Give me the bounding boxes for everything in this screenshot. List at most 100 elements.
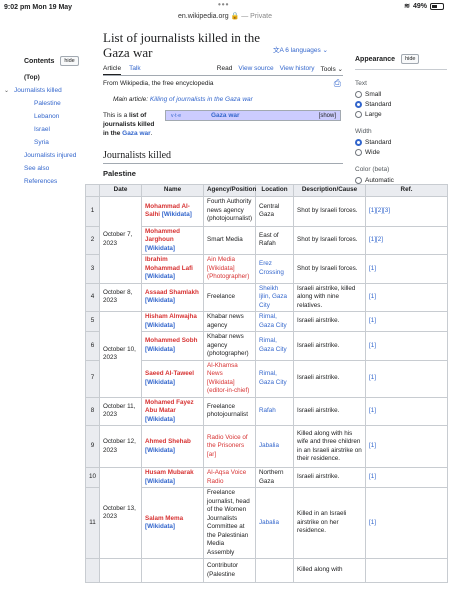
journalist-name-link[interactable]: Mohamed Fayez Abu Matar bbox=[145, 399, 194, 415]
toc-item[interactable]: Syria bbox=[34, 139, 94, 146]
radio-icon[interactable] bbox=[355, 177, 362, 184]
location-cell[interactable]: Rimal, Gaza City bbox=[255, 311, 294, 332]
reference-link[interactable]: [1] bbox=[365, 425, 448, 468]
radio-icon[interactable] bbox=[355, 101, 362, 108]
journalist-name-link[interactable]: Salam Mema bbox=[145, 515, 183, 522]
wikidata-link[interactable]: [Wikidata] bbox=[145, 273, 175, 280]
radio-option[interactable]: Large bbox=[355, 111, 447, 118]
wikidata-link[interactable]: [Wikidata] bbox=[145, 447, 175, 454]
tab-view-history[interactable]: View history bbox=[280, 65, 315, 75]
toc-item[interactable]: Palestine bbox=[34, 100, 94, 107]
journalist-name-link[interactable]: Ibrahim Mohammad Lafi bbox=[145, 256, 193, 272]
wikidata-link[interactable]: [Wikidata] bbox=[162, 211, 192, 218]
wikidata-link[interactable]: [Wikidata] bbox=[145, 523, 175, 530]
reference-link[interactable]: [1] bbox=[365, 254, 448, 284]
journalist-name-link[interactable]: Mohammed Jarghoun bbox=[145, 228, 180, 244]
main-article-link[interactable]: Killing of journalists in the Gaza war bbox=[150, 96, 253, 103]
table-header-row: Date Name Agency/Position Location Descripti… bbox=[85, 184, 448, 197]
location-cell[interactable]: Rafah bbox=[255, 396, 294, 426]
agency-cell[interactable]: Radio Voice of the Prisoners [ar] bbox=[203, 425, 256, 468]
journalist-name-link[interactable]: Mohammed Sobh bbox=[145, 337, 197, 344]
column-header[interactable]: Name bbox=[141, 184, 204, 197]
reference-link[interactable]: [1] bbox=[365, 396, 448, 426]
row-number bbox=[85, 558, 100, 583]
radio-option[interactable]: Standard bbox=[355, 101, 447, 108]
radio-icon[interactable] bbox=[355, 149, 362, 156]
status-time: 9:02 pm Mon 19 May bbox=[4, 3, 73, 11]
radio-icon[interactable] bbox=[355, 91, 362, 98]
appearance-hide-button[interactable]: hide bbox=[401, 54, 420, 64]
agency-cell[interactable]: Ain Media [Wikidata] (Photographer) bbox=[203, 254, 256, 284]
toc-item[interactable]: Journalists injured bbox=[24, 152, 94, 159]
reference-link[interactable]: [1] bbox=[365, 311, 448, 332]
column-header[interactable]: Location bbox=[255, 184, 294, 197]
toc-hide-button[interactable]: hide bbox=[60, 56, 79, 66]
reference-link[interactable]: [1] bbox=[365, 331, 448, 361]
wikidata-link[interactable]: [Wikidata] bbox=[145, 245, 175, 252]
wikidata-link[interactable]: [Wikidata] bbox=[145, 416, 175, 423]
toc-item[interactable]: Israel bbox=[34, 126, 94, 133]
toc-item[interactable]: Lebanon bbox=[34, 113, 94, 120]
radio-label: Standard bbox=[365, 101, 392, 108]
column-header[interactable] bbox=[85, 184, 100, 197]
toc-item[interactable]: ⌄ Journalists killed bbox=[4, 87, 94, 94]
address-bar[interactable]: en.wikipedia.org 🔒 — Private bbox=[0, 12, 450, 24]
toc-item[interactable]: (Top) bbox=[24, 74, 94, 81]
navbox-title[interactable]: Gaza war bbox=[211, 112, 240, 119]
wikidata-link[interactable]: [Wikidata] bbox=[145, 297, 175, 304]
location-cell[interactable]: Jabalia bbox=[255, 487, 294, 559]
radio-option[interactable]: Automatic bbox=[355, 177, 447, 184]
radio-icon[interactable] bbox=[355, 111, 362, 118]
tab-talk[interactable]: Talk bbox=[129, 65, 141, 75]
navbox-vte[interactable]: v·t·e bbox=[171, 113, 181, 119]
column-header[interactable]: Description/Cause bbox=[293, 184, 366, 197]
tab-view-source[interactable]: View source bbox=[238, 65, 273, 75]
radio-option[interactable]: Standard bbox=[355, 139, 447, 146]
agency-cell: Contributor (Palestine bbox=[203, 558, 256, 583]
radio-option[interactable]: Wide bbox=[355, 149, 447, 156]
radio-icon[interactable] bbox=[355, 139, 362, 146]
tab-tools[interactable]: Tools ⌄ bbox=[321, 65, 343, 75]
column-header[interactable]: Agency/Position bbox=[203, 184, 256, 197]
reference-link[interactable] bbox=[365, 558, 448, 583]
location-cell[interactable]: Sheikh Ijlin, Gaza City bbox=[255, 282, 294, 312]
toc-item[interactable]: See also bbox=[24, 165, 94, 172]
agency-cell[interactable]: Al-Khamsa News [Wikidata] (editor-in-chi… bbox=[203, 359, 256, 398]
url-text: en.wikipedia.org bbox=[178, 13, 229, 20]
reference-link[interactable]: [1] bbox=[365, 282, 448, 312]
download-pdf-icon[interactable]: ⎙ bbox=[334, 78, 341, 89]
journalist-name-link[interactable]: Husam Mubarak bbox=[145, 469, 194, 476]
intro-gaza-war-link[interactable]: Gaza war bbox=[122, 130, 151, 137]
text-size-options: Small Standard Large bbox=[355, 91, 447, 118]
agency-cell[interactable]: Al-Aqsa Voice Radio bbox=[203, 467, 256, 488]
date-cell bbox=[99, 558, 142, 583]
languages-button[interactable]: 文A 6 languages ⌄ bbox=[273, 44, 328, 54]
location-cell[interactable]: Erez Crossing bbox=[255, 254, 294, 284]
journalist-name-link[interactable]: Saeed Al-Taweel bbox=[145, 370, 194, 377]
tools-label: Tools bbox=[320, 66, 336, 73]
wikidata-link[interactable]: [Wikidata] bbox=[145, 478, 175, 485]
reference-link[interactable]: [1] bbox=[365, 487, 448, 559]
radio-option[interactable]: Small bbox=[355, 91, 447, 98]
navbox-show-button[interactable]: [show] bbox=[319, 113, 336, 119]
journalist-name-link[interactable]: Assaad Shamlakh bbox=[145, 289, 199, 296]
reference-link[interactable]: [1][2][3] bbox=[365, 195, 448, 227]
reference-link[interactable]: [1][2] bbox=[365, 225, 448, 255]
column-header[interactable]: Ref. bbox=[365, 184, 448, 197]
location-cell[interactable]: Rimal, Gaza City bbox=[255, 359, 294, 398]
tab-article[interactable]: Article bbox=[103, 65, 122, 75]
journalist-name-link[interactable]: Hisham Alnwajha bbox=[145, 313, 197, 320]
journalist-name-link[interactable]: Ahmed Shehab bbox=[145, 438, 191, 445]
reference-link[interactable]: [1] bbox=[365, 467, 448, 488]
location-cell[interactable]: Jabalia bbox=[255, 425, 294, 468]
toc-item[interactable]: References bbox=[24, 178, 94, 185]
multitask-dots-icon[interactable]: ••• bbox=[218, 0, 229, 9]
chevron-down-icon[interactable]: ⌄ bbox=[4, 87, 12, 94]
reference-link[interactable]: [1] bbox=[365, 359, 448, 398]
wikidata-link[interactable]: [Wikidata] bbox=[145, 322, 175, 329]
location-cell[interactable]: Rimal, Gaza City bbox=[255, 331, 294, 361]
wikidata-link[interactable]: [Wikidata] bbox=[145, 346, 175, 353]
tab-read[interactable]: Read bbox=[217, 65, 233, 75]
column-header[interactable]: Date bbox=[99, 184, 142, 197]
wikidata-link[interactable]: [Wikidata] bbox=[145, 379, 175, 386]
